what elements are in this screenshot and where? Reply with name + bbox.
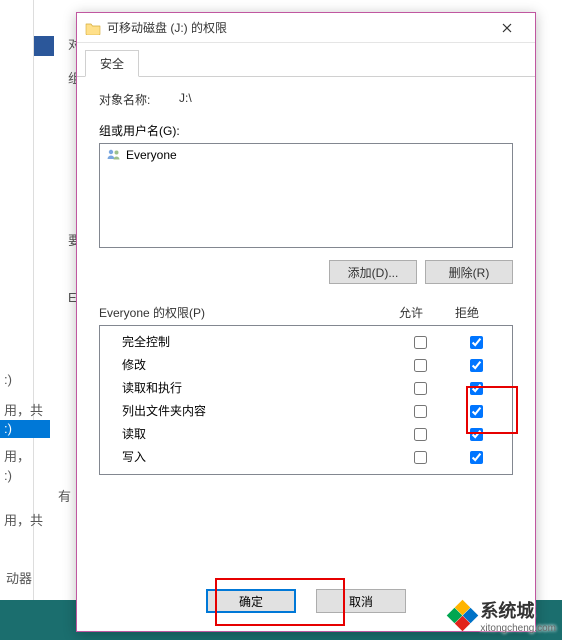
allow-checkbox[interactable] (414, 405, 427, 418)
allow-cell (392, 449, 448, 463)
permissions-header: Everyone 的权限(P) 允许 拒绝 (99, 304, 513, 321)
deny-cell (448, 426, 504, 440)
remove-button[interactable]: 删除(R) (425, 260, 513, 284)
permission-name: 读取和执行 (122, 379, 392, 396)
deny-cell (448, 334, 504, 348)
object-name-row: 对象名称: J:\ (99, 91, 513, 108)
deny-cell (448, 449, 504, 463)
deny-cell (448, 357, 504, 371)
permission-name: 读取 (122, 425, 392, 442)
bg-text: :) (4, 468, 12, 483)
watermark-url: xitongcheng.com (480, 623, 556, 634)
principal-name: Everyone (126, 148, 177, 162)
add-button[interactable]: 添加(D)... (329, 260, 417, 284)
watermark-text: 系统城 (480, 601, 534, 621)
permission-row: 列出文件夹内容 (100, 399, 512, 422)
permission-row: 完全控制 (100, 330, 512, 353)
dialog-content: 对象名称: J:\ 组或用户名(G): Everyone 添加(D)... 删除… (77, 77, 535, 575)
allow-cell (392, 426, 448, 440)
deny-checkbox[interactable] (470, 428, 483, 441)
folder-icon (85, 21, 101, 35)
titlebar: 可移动磁盘 (J:) 的权限 (77, 13, 535, 43)
allow-checkbox[interactable] (414, 359, 427, 372)
bg-text: :) (4, 372, 12, 387)
group-users-label: 组或用户名(G): (99, 122, 513, 139)
deny-checkbox[interactable] (470, 359, 483, 372)
allow-cell (392, 334, 448, 348)
permission-name: 写入 (122, 448, 392, 465)
dialog-title: 可移动磁盘 (J:) 的权限 (107, 19, 487, 36)
watermark-logo-icon (450, 603, 476, 629)
deny-checkbox[interactable] (470, 336, 483, 349)
close-icon (502, 23, 512, 33)
watermark: 系统城 xitongcheng.com (450, 597, 556, 634)
tab-strip: 安全 (77, 43, 535, 77)
bg-text: :) (4, 421, 12, 436)
bg-text: 用，共 (4, 400, 43, 419)
bg-text: 动器 (6, 568, 32, 587)
bg-blue-icon (34, 36, 54, 56)
bg-text: 有 (58, 486, 71, 505)
allow-checkbox[interactable] (414, 451, 427, 464)
permission-row: 读取 (100, 422, 512, 445)
cancel-button[interactable]: 取消 (316, 589, 406, 613)
deny-cell (448, 403, 504, 417)
principal-item[interactable]: Everyone (102, 146, 510, 164)
permission-name: 完全控制 (122, 333, 392, 350)
allow-cell (392, 357, 448, 371)
deny-cell (448, 380, 504, 394)
permission-row: 读取和执行 (100, 376, 512, 399)
close-button[interactable] (487, 14, 527, 42)
bg-text: 用， (4, 446, 30, 465)
object-name-value: J:\ (179, 91, 192, 108)
bg-text: 用，共 (4, 510, 43, 529)
allow-checkbox[interactable] (414, 382, 427, 395)
object-name-label: 对象名称: (99, 91, 179, 108)
permission-name: 修改 (122, 356, 392, 373)
ok-button[interactable]: 确定 (206, 589, 296, 613)
col-allow: 允许 (383, 304, 439, 321)
permissions-list[interactable]: 完全控制修改读取和执行列出文件夹内容读取写入 (99, 325, 513, 475)
principals-listbox[interactable]: Everyone (99, 143, 513, 248)
allow-checkbox[interactable] (414, 428, 427, 441)
permission-row: 修改 (100, 353, 512, 376)
allow-cell (392, 380, 448, 394)
permissions-for-label: Everyone 的权限(P) (99, 304, 383, 321)
allow-checkbox[interactable] (414, 336, 427, 349)
tab-security[interactable]: 安全 (85, 50, 139, 77)
permissions-dialog: 可移动磁盘 (J:) 的权限 安全 对象名称: J:\ 组或用户名(G): (76, 12, 536, 632)
permission-row: 写入 (100, 445, 512, 468)
deny-checkbox[interactable] (470, 451, 483, 464)
allow-cell (392, 403, 448, 417)
permission-name: 列出文件夹内容 (122, 402, 392, 419)
deny-checkbox[interactable] (470, 405, 483, 418)
bg-left-strip (0, 0, 34, 640)
users-icon (106, 147, 122, 163)
deny-checkbox[interactable] (470, 382, 483, 395)
col-deny: 拒绝 (439, 304, 495, 321)
principal-buttons: 添加(D)... 删除(R) (99, 260, 513, 284)
